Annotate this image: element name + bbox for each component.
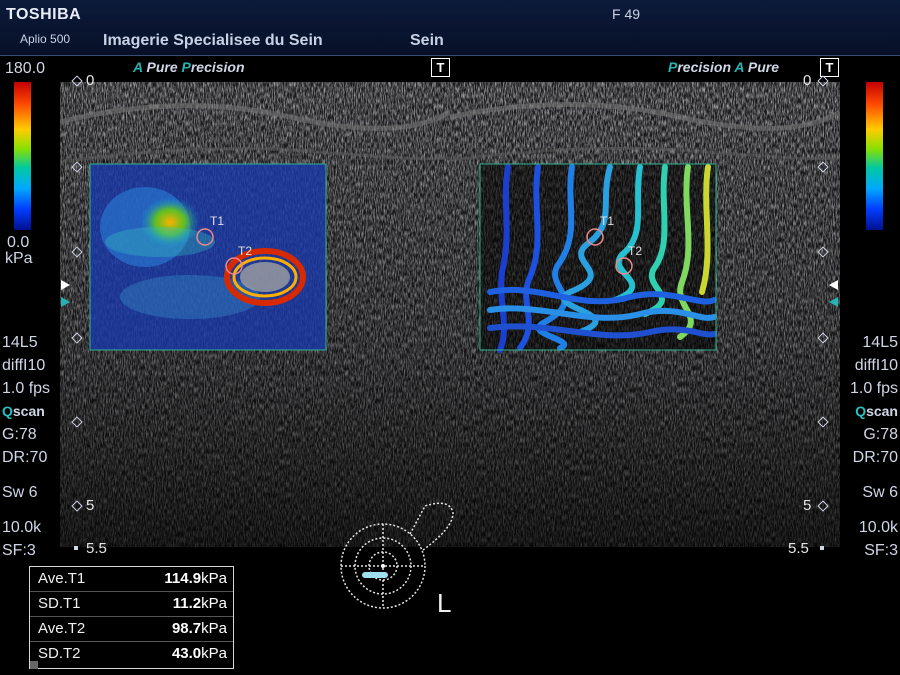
measurement-value: 11.2kPa — [173, 592, 227, 616]
measurement-label: SD.T2 — [38, 645, 81, 662]
mode-a-letter: A — [734, 59, 745, 75]
measurement-unit: kPa — [201, 620, 227, 637]
right-depth-5: 5 — [803, 497, 812, 514]
measurement-number: 43.0 — [171, 645, 202, 662]
measurement-value: 43.0kPa — [172, 642, 227, 666]
propagation-roi-box — [479, 163, 717, 353]
mode-a-letter: A — [133, 59, 143, 75]
left-parameters: 14L5 diffI10 1.0 fps Qscan G:78 DR:70 Sw… — [2, 331, 50, 562]
focus-pointer-secondary-icon[interactable] — [61, 297, 70, 307]
roi-t1-label: T1 — [210, 214, 224, 228]
roi-t1-label: T1 — [600, 214, 614, 228]
mode-precision-label: recision — [677, 59, 732, 75]
measurement-value: 98.7kPa — [172, 617, 227, 641]
mode-precision-label: recision — [190, 59, 245, 75]
mode-pure-label: Pure — [146, 59, 178, 75]
gain-label: G:78 — [2, 426, 37, 443]
colorbar-max: 180.0 — [5, 60, 46, 77]
mode-pure-label: Pure — [747, 59, 780, 75]
right-propagation-image[interactable]: T1 T2 — [450, 82, 840, 547]
probe-label: 14L5 — [2, 334, 38, 351]
left-mode-labels: A Pure Precision — [133, 59, 245, 75]
measurement-label: SD.T1 — [38, 595, 81, 612]
depth-dot-icon — [74, 546, 78, 550]
colorbar-unit: kPa — [5, 250, 33, 267]
left-depth-5: 5 — [86, 497, 95, 514]
mode-p-letter: P — [668, 59, 678, 75]
qscan-label: Qscan — [2, 400, 50, 423]
focus-pointer-icon[interactable] — [829, 280, 838, 290]
measurement-label: Ave.T1 — [38, 570, 86, 587]
frame-counter: F 49 — [612, 6, 641, 22]
right-t-marker-button[interactable]: T — [820, 58, 839, 77]
depth-dot-icon — [820, 546, 824, 550]
left-image-canvas: T1 T2 — [60, 82, 450, 547]
qscan-q: Q — [855, 403, 867, 419]
sw-label: Sw 6 — [2, 484, 38, 501]
probe-position-marker[interactable] — [362, 572, 388, 578]
fps-label: 1.0 fps — [2, 380, 51, 397]
focus-pointer-icon[interactable] — [61, 280, 70, 290]
right-mode-labels: Precision A Pure — [668, 59, 779, 75]
measurement-unit: kPa — [201, 570, 227, 587]
measurement-table: Ave.T1 114.9kPa SD.T1 11.2kPa Ave.T2 98.… — [29, 566, 234, 669]
table-corner-handle[interactable] — [30, 661, 38, 669]
qscan-q: Q — [2, 403, 13, 419]
measurement-row: SD.T1 11.2kPa — [30, 592, 233, 617]
right-colorbar — [866, 82, 883, 230]
qscan-label: Qscan — [850, 400, 898, 423]
sf-label: SF:3 — [2, 542, 36, 559]
measurement-row: Ave.T1 114.9kPa — [30, 567, 233, 592]
right-parameters: 14L5 diffI10 1.0 fps Qscan G:78 DR:70 Sw… — [850, 331, 898, 562]
prf-label: 10.0k — [858, 519, 898, 536]
roi-t2-label: T2 — [238, 244, 252, 258]
right-depth-bottom: 5.5 — [788, 540, 809, 557]
elastography-roi-box — [89, 163, 327, 351]
right-depth-top: 0 — [803, 72, 812, 89]
right-image-canvas: T1 T2 — [450, 82, 840, 547]
dr-label: DR:70 — [2, 449, 48, 466]
institution-name: Imagerie Specialisee du Sein — [103, 32, 323, 49]
measurement-unit: kPa — [201, 645, 227, 662]
exam-name: Sein — [410, 32, 444, 49]
roi-t2-label: T2 — [628, 244, 642, 258]
sf-label: SF:3 — [864, 542, 898, 559]
probe-label: 14L5 — [862, 334, 898, 351]
left-elastography-image[interactable]: T1 T2 — [60, 82, 450, 547]
measurement-row: Ave.T2 98.7kPa — [30, 617, 233, 642]
prf-label: 10.0k — [2, 519, 42, 536]
gain-label: G:78 — [863, 426, 898, 443]
qscan-rest: scan — [866, 403, 898, 419]
sw-label: Sw 6 — [862, 484, 898, 501]
header-bar: TOSHIBA Aplio 500 Imagerie Specialisee d… — [0, 0, 900, 56]
left-depth-bottom: 5.5 — [86, 540, 107, 557]
qscan-rest: scan — [12, 403, 45, 419]
left-colorbar — [14, 82, 31, 230]
left-depth-top: 0 — [86, 72, 95, 89]
left-t-marker-button[interactable]: T — [431, 58, 450, 77]
model-name: Aplio 500 — [20, 32, 71, 46]
filter-label: diffI10 — [854, 357, 898, 374]
measurement-number: 11.2 — [172, 595, 202, 612]
filter-label: diffI10 — [2, 357, 46, 374]
fps-label: 1.0 fps — [849, 380, 898, 397]
mode-p-letter: P — [181, 59, 191, 75]
measurement-row: SD.T2 43.0kPa — [30, 642, 233, 666]
measurement-number: 98.7 — [171, 620, 202, 637]
brand-logo: TOSHIBA — [6, 6, 82, 23]
dr-label: DR:70 — [852, 449, 898, 466]
measurement-number: 114.9 — [164, 570, 202, 587]
measurement-unit: kPa — [201, 595, 227, 612]
orientation-label: L — [437, 588, 452, 618]
measurement-value: 114.9kPa — [164, 567, 227, 591]
focus-pointer-secondary-icon[interactable] — [829, 297, 838, 307]
measurement-label: Ave.T2 — [38, 620, 86, 637]
